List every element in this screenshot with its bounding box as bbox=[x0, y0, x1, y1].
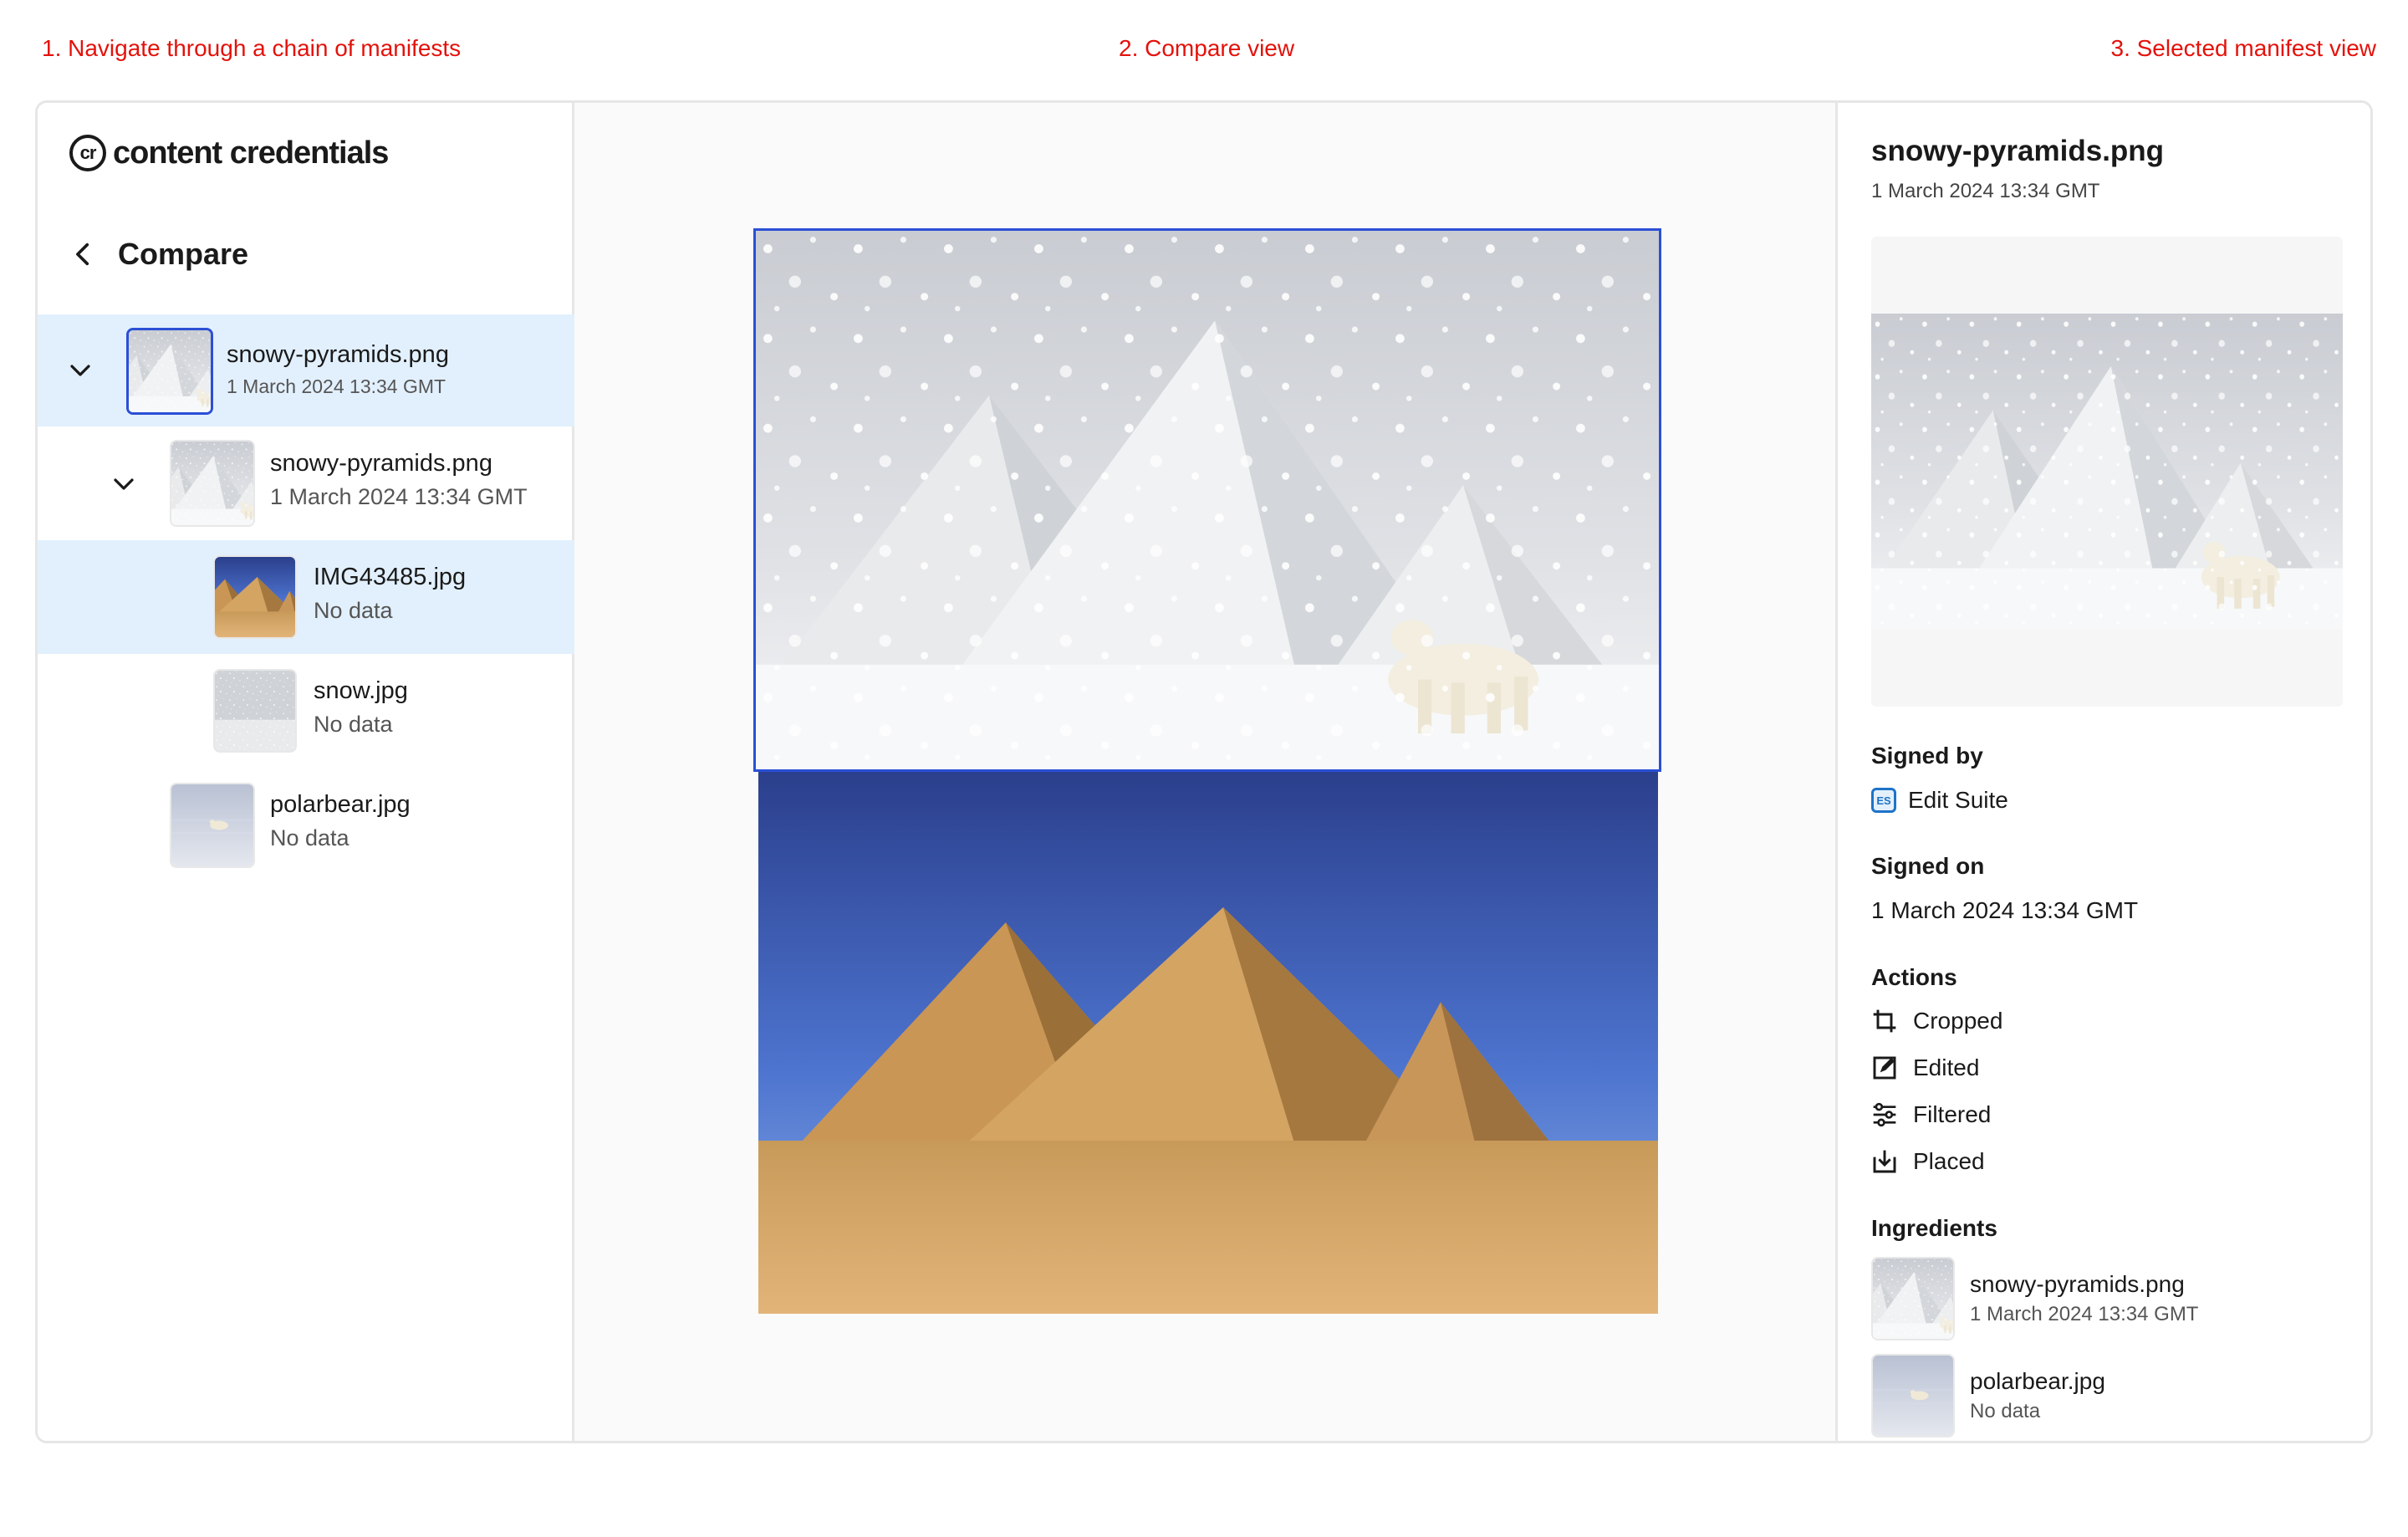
logo-text: content credentials bbox=[113, 135, 389, 171]
tree-item-snow[interactable]: snow.jpg No data bbox=[38, 654, 574, 768]
action-cropped: Cropped bbox=[1871, 1008, 2002, 1034]
annotation-navigate: 1. Navigate through a chain of manifests bbox=[42, 35, 462, 61]
chevron-down-icon[interactable] bbox=[111, 472, 136, 497]
compare-back-button[interactable]: Compare bbox=[69, 237, 248, 272]
compare-label: Compare bbox=[118, 237, 249, 271]
polarbear-thumbnail bbox=[170, 783, 255, 868]
action-label: Cropped bbox=[1913, 1008, 2003, 1034]
ingredient-item[interactable]: polarbear.jpg No data bbox=[1871, 1354, 2105, 1437]
tree-item-name: polarbear.jpg bbox=[270, 791, 411, 818]
snowy-pyramids-thumbnail bbox=[1871, 1257, 1955, 1340]
tree-item-name: snowy-pyramids.png bbox=[227, 341, 449, 368]
tree-item-status: No data bbox=[270, 825, 349, 850]
manifest-title: snowy-pyramids.png bbox=[1871, 135, 2165, 167]
snowy-pyramids-thumbnail bbox=[170, 440, 255, 527]
filter-icon bbox=[1873, 1102, 1896, 1127]
action-edited: Edited bbox=[1871, 1054, 1979, 1081]
signed-by-value: ES Edit Suite bbox=[1871, 787, 2008, 814]
tree-item-status: No data bbox=[314, 598, 393, 623]
edit-icon bbox=[1873, 1056, 1896, 1080]
ingredient-item[interactable]: snowy-pyramids.png 1 March 2024 13:34 GM… bbox=[1871, 1257, 2198, 1340]
signed-on-heading: Signed on bbox=[1871, 853, 1985, 879]
tree-item-name: snowy-pyramids.png bbox=[270, 450, 492, 477]
chevron-left-icon bbox=[76, 243, 89, 266]
compare-image-desert-pyramids[interactable] bbox=[758, 772, 1658, 1314]
ingredient-name: snowy-pyramids.png bbox=[1970, 1271, 2185, 1297]
place-icon bbox=[1873, 1150, 1896, 1173]
snowy-pyramids-thumbnail bbox=[126, 328, 213, 415]
chevron-down-icon[interactable] bbox=[68, 358, 93, 383]
polarbear-thumbnail bbox=[1871, 1354, 1955, 1437]
app-logo: cr content credentials bbox=[69, 135, 389, 171]
snow-thumbnail bbox=[213, 669, 297, 753]
edit-suite-icon: ES bbox=[1871, 788, 1896, 813]
action-placed: Placed bbox=[1871, 1148, 1985, 1175]
tree-item-polarbear[interactable]: polarbear.jpg No data bbox=[38, 768, 574, 881]
tree-item-name: snow.jpg bbox=[314, 677, 408, 704]
action-label: Filtered bbox=[1913, 1101, 1992, 1127]
annotation-compare: 2. Compare view bbox=[1119, 35, 1295, 61]
desert-pyramids-thumbnail bbox=[213, 555, 297, 639]
ingredient-date: 1 March 2024 13:34 GMT bbox=[1970, 1303, 2199, 1325]
manifest-date: 1 March 2024 13:34 GMT bbox=[1871, 180, 2100, 202]
compare-image-snowy-pyramids[interactable] bbox=[753, 228, 1661, 772]
ingredient-name: polarbear.jpg bbox=[1970, 1368, 2105, 1394]
signed-by-heading: Signed by bbox=[1871, 743, 1983, 768]
actions-heading: Actions bbox=[1871, 964, 1957, 990]
cr-logo-icon: cr bbox=[69, 135, 106, 171]
tree-item-status: No data bbox=[314, 712, 393, 737]
signer-name: Edit Suite bbox=[1908, 787, 2008, 813]
annotation-selected: 3. Selected manifest view bbox=[2110, 35, 2377, 61]
tree-item-snowy-pyramids-root[interactable]: snowy-pyramids.png 1 March 2024 13:34 GM… bbox=[38, 314, 574, 426]
action-filtered: Filtered bbox=[1871, 1101, 1991, 1128]
signed-on-value: 1 March 2024 13:34 GMT bbox=[1871, 897, 2139, 923]
manifest-navigation-panel: cr content credentials Compare snowy-pyr… bbox=[38, 103, 574, 1441]
selected-manifest-panel: snowy-pyramids.png 1 March 2024 13:34 GM… bbox=[1835, 103, 2370, 1441]
tree-item-img43485[interactable]: IMG43485.jpg No data bbox=[38, 540, 574, 654]
app-window: cr content credentials Compare snowy-pyr… bbox=[35, 100, 2373, 1443]
manifest-preview-image bbox=[1871, 237, 2343, 707]
tree-item-date: 1 March 2024 13:34 GMT bbox=[227, 375, 446, 397]
tree-item-date: 1 March 2024 13:34 GMT bbox=[270, 484, 528, 509]
crop-icon bbox=[1873, 1009, 1896, 1033]
action-label: Edited bbox=[1913, 1054, 1980, 1080]
tree-item-snowy-pyramids-child[interactable]: snowy-pyramids.png 1 March 2024 13:34 GM… bbox=[38, 426, 574, 540]
ingredients-heading: Ingredients bbox=[1871, 1215, 1997, 1241]
ingredient-status: No data bbox=[1970, 1400, 2041, 1422]
compare-view bbox=[574, 103, 1835, 1441]
action-label: Placed bbox=[1913, 1148, 1985, 1174]
tree-item-name: IMG43485.jpg bbox=[314, 564, 467, 590]
